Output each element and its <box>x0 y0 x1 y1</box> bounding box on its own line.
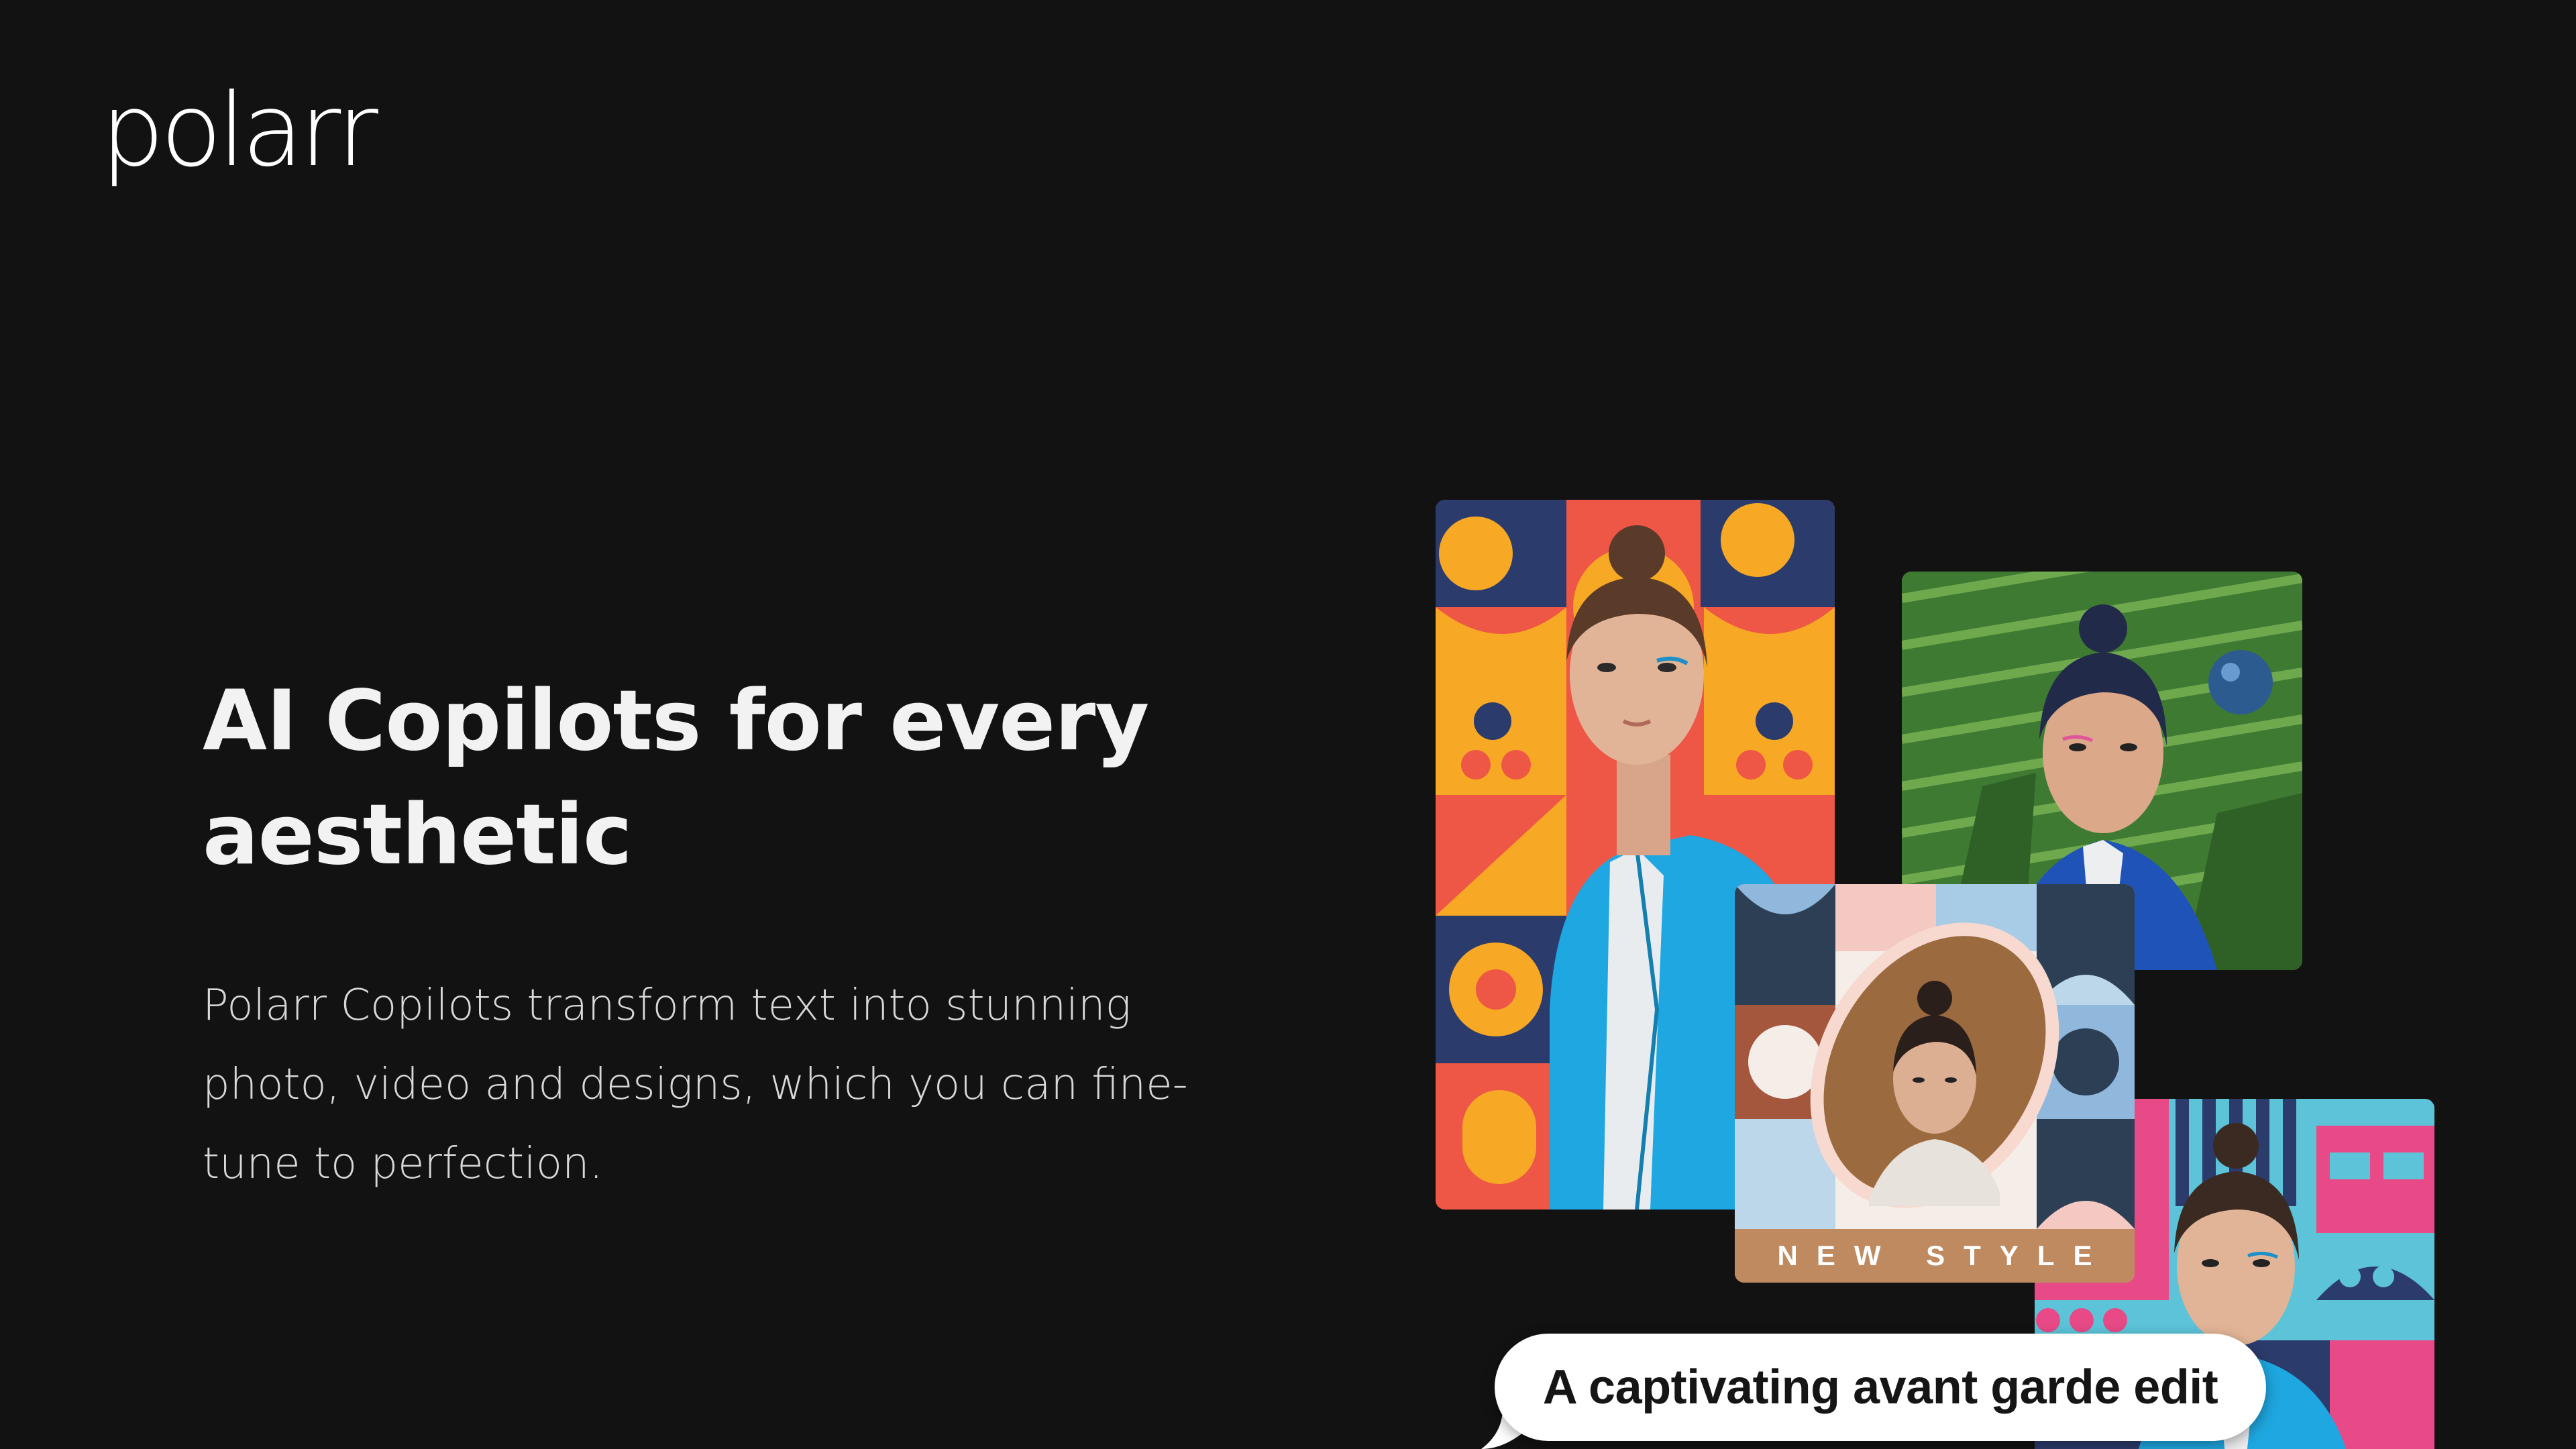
prompt-speech-bubble: A captivating avant garde edit <box>1495 1334 2266 1441</box>
hero-description: Polarr Copilots transform text into stun… <box>203 981 1188 1189</box>
landing-page: polarr AI Copilots for every aesthetic P… <box>0 0 2576 1449</box>
new-style-label: NEW STYLE <box>1735 1229 2135 1283</box>
hero-section: AI Copilots for every aesthetic Polarr C… <box>203 664 1222 1203</box>
polarr-logo[interactable]: polarr <box>101 74 378 188</box>
hero-title: AI Copilots for every aesthetic <box>203 673 1149 883</box>
prompt-text: A captivating avant garde edit <box>1542 1360 2218 1414</box>
new-style-image: NEW STYLE <box>1735 884 2135 1283</box>
